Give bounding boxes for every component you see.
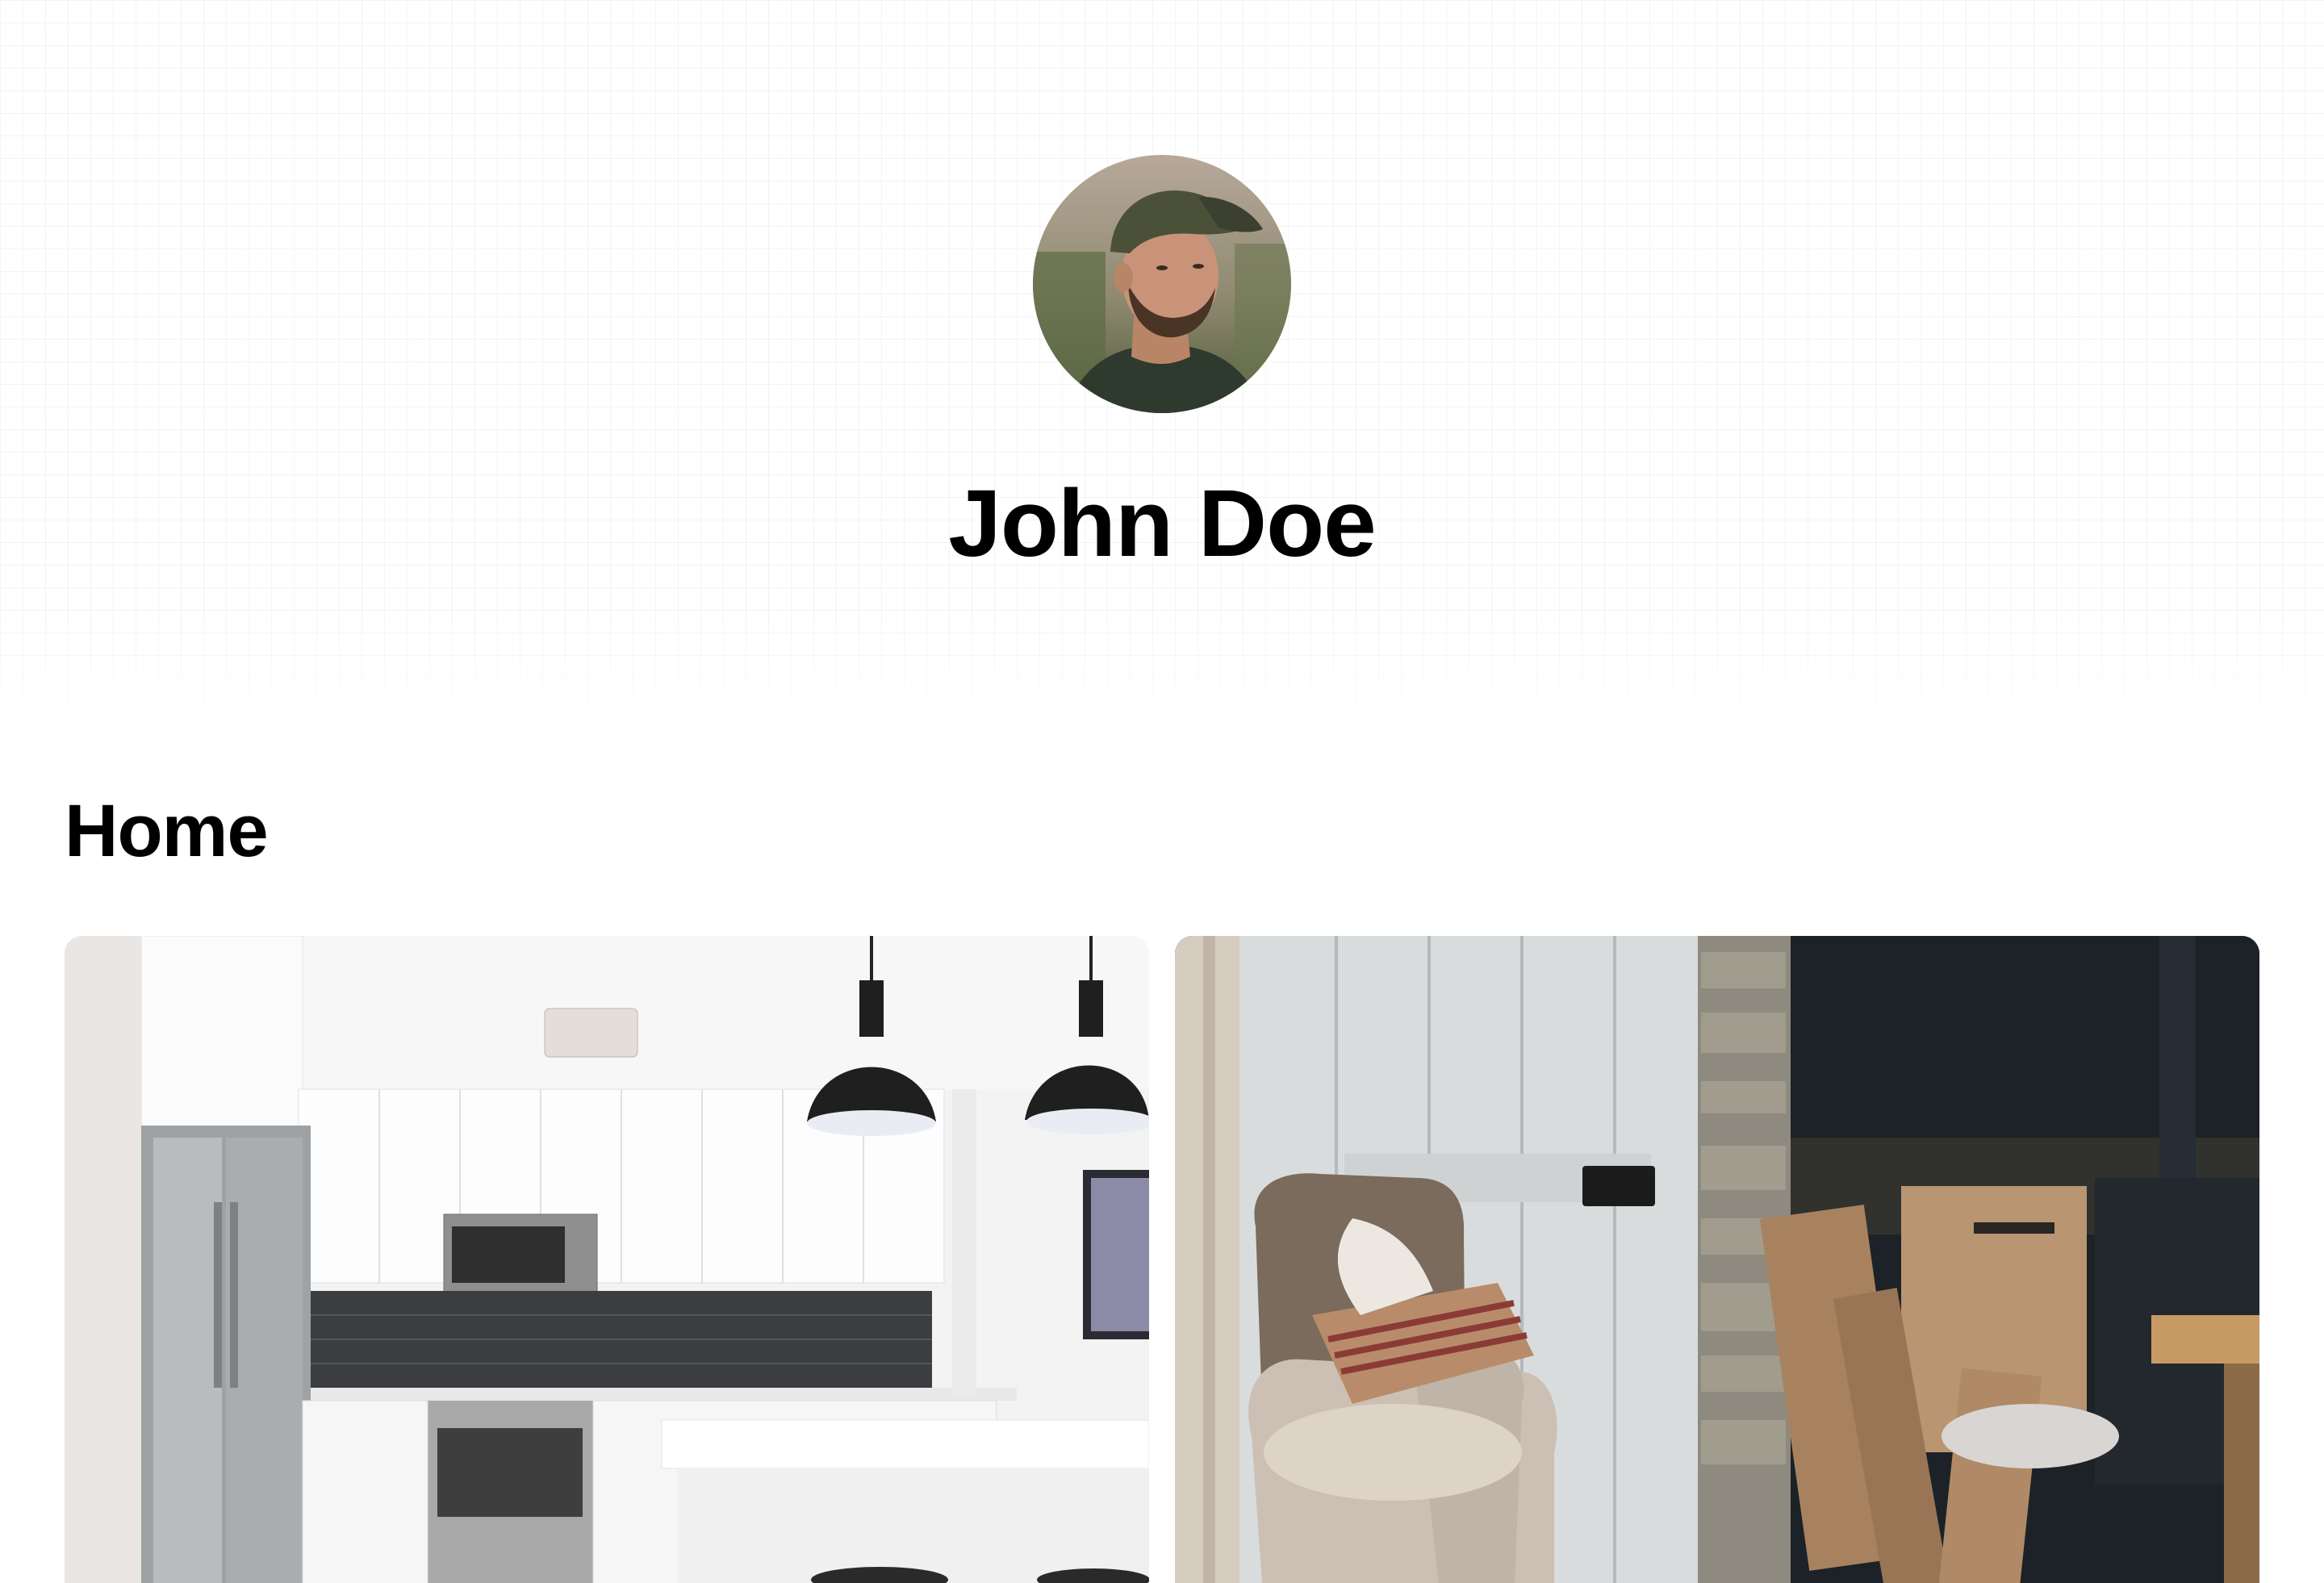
photo-card-living-room[interactable] — [1175, 936, 2259, 1583]
profile-page: John Doe Home — [0, 0, 2324, 1583]
avatar[interactable] — [1033, 155, 1291, 413]
user-portrait-icon — [1033, 155, 1291, 413]
profile-name: John Doe — [948, 470, 1377, 577]
kitchen-photo — [65, 936, 1149, 1583]
living-room-photo — [1175, 936, 2259, 1583]
profile-header: John Doe — [0, 0, 2324, 730]
photo-card-kitchen[interactable] — [65, 936, 1149, 1583]
section-title: Home — [65, 790, 269, 872]
